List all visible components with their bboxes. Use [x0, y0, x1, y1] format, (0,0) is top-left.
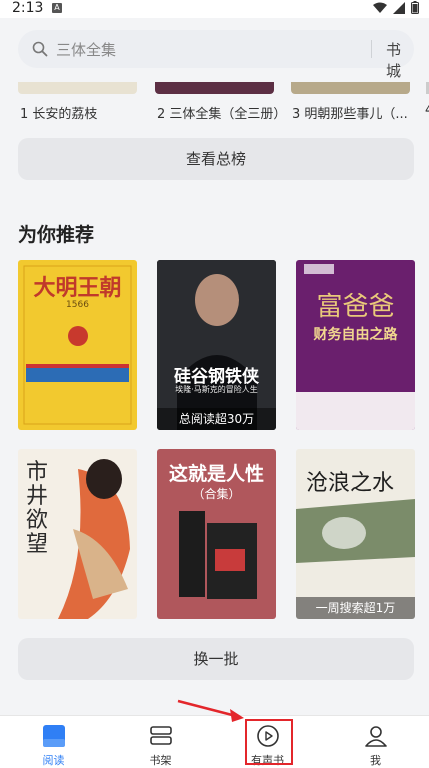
status-time: 2:13	[12, 0, 44, 16]
book-subtitle: 财务自由之路	[313, 327, 398, 343]
notification-badge: A	[52, 3, 62, 13]
ranking-item-title[interactable]: 1 长安的荔枝	[20, 103, 97, 122]
book-card[interactable]: 富爸爸 财务自由之路	[296, 260, 415, 430]
book-subtitle: 1566	[66, 300, 89, 310]
book-title: 沧浪之水	[306, 471, 395, 496]
tab-label: 阅读	[42, 754, 65, 767]
refresh-batch-button[interactable]: 换一批	[18, 638, 414, 680]
book-title: 这就是人性	[168, 463, 264, 485]
tab-read[interactable]: 阅读	[0, 716, 107, 768]
read-icon	[42, 725, 65, 747]
section-title: 为你推荐	[18, 224, 95, 246]
ranking-item-title[interactable]: 2 三体全集（全三册）	[157, 103, 286, 122]
book-tag: 一周搜索超1万	[296, 597, 415, 619]
book-card[interactable]: 沧浪之水 一周搜索超1万	[296, 449, 415, 619]
book-card[interactable]: 市井欲望	[18, 449, 137, 619]
tab-me[interactable]: 我	[322, 716, 429, 768]
book-tag: 总阅读超30万	[157, 408, 276, 430]
search-divider	[371, 40, 372, 58]
search-icon	[32, 41, 48, 57]
search-bar[interactable]: 三体全集 书城	[18, 30, 414, 80]
search-header: 三体全集 书城	[0, 18, 429, 82]
tab-label: 我	[370, 754, 381, 767]
book-card[interactable]: 硅谷钢铁侠 埃隆·马斯克的冒险人生 总阅读超30万	[157, 260, 276, 430]
ranking-item-overflow: 4	[425, 103, 429, 118]
book-title: 市井欲望	[26, 460, 49, 557]
tab-label: 书架	[149, 754, 172, 767]
bookshelf-icon	[149, 726, 172, 745]
status-bar: 2:13 A	[0, 0, 429, 18]
status-icons	[373, 1, 419, 14]
view-all-rankings-button[interactable]: 查看总榜	[18, 138, 414, 180]
book-card[interactable]: 大明王朝 1566	[18, 260, 137, 430]
book-cover[interactable]	[18, 82, 137, 94]
signal-icon	[393, 1, 405, 14]
book-title: 富爸爸	[316, 292, 395, 322]
book-title: 大明王朝	[33, 275, 122, 301]
bottom-nav: 阅读 书架 有声书 我	[0, 715, 429, 768]
search-input[interactable]: 三体全集	[56, 39, 116, 60]
book-card[interactable]: 这就是人性 （合集）	[157, 449, 276, 619]
wifi-icon	[373, 2, 387, 13]
book-subtitle: （合集）	[192, 487, 241, 501]
annotation-highlight-box	[245, 719, 293, 765]
ranking-covers	[0, 82, 429, 94]
ranking-item-title[interactable]: 3 明朝那些事儿（...	[292, 103, 408, 122]
book-cover[interactable]	[155, 82, 274, 94]
user-icon	[364, 726, 387, 747]
battery-icon	[411, 1, 419, 14]
book-cover[interactable]	[291, 82, 410, 94]
book-cover-art	[157, 260, 276, 430]
tab-bookshelf[interactable]: 书架	[107, 716, 214, 768]
book-subtitle: 埃隆·马斯克的冒险人生	[175, 385, 258, 394]
bookstore-button[interactable]: 书城	[386, 39, 414, 81]
